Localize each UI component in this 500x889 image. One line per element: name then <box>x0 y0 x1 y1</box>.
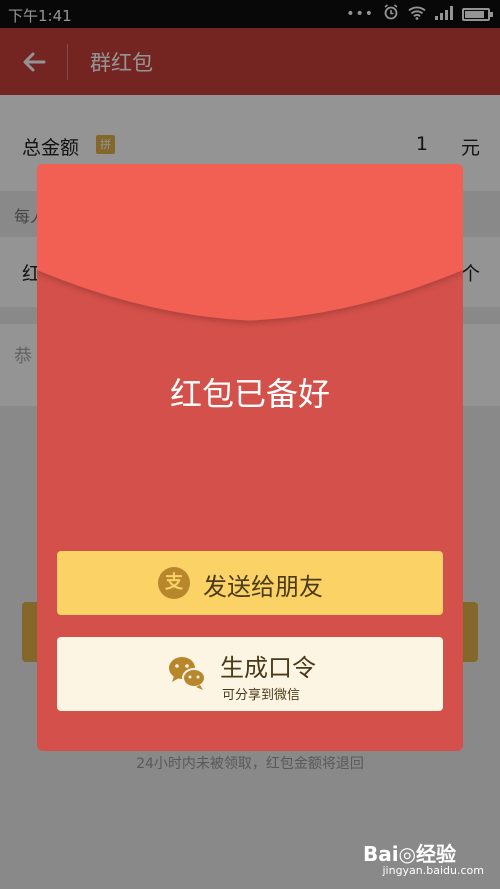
dialog-title: 红包已备好 <box>169 375 330 413</box>
generate-code-button[interactable]: 生成口令 可分享到微信 <box>57 637 443 711</box>
send-to-friend-button[interactable]: 支 发送给朋友 <box>57 551 443 615</box>
generate-code-sublabel: 可分享到微信 <box>222 688 301 703</box>
generate-code-label: 生成口令 <box>220 654 316 682</box>
envelope-flap <box>37 164 463 321</box>
baidu-watermark-url: jingyan.baidu.com <box>382 864 484 877</box>
send-to-friend-label: 发送给朋友 <box>203 573 323 601</box>
alipay-icon: 支 <box>158 567 190 599</box>
red-envelope-dialog: 红包已备好 支 发送给朋友 生成口令 可分享到微信 <box>37 164 463 751</box>
baidu-watermark: Bai◎经验 <box>362 842 456 866</box>
wechat-icon <box>167 655 207 691</box>
